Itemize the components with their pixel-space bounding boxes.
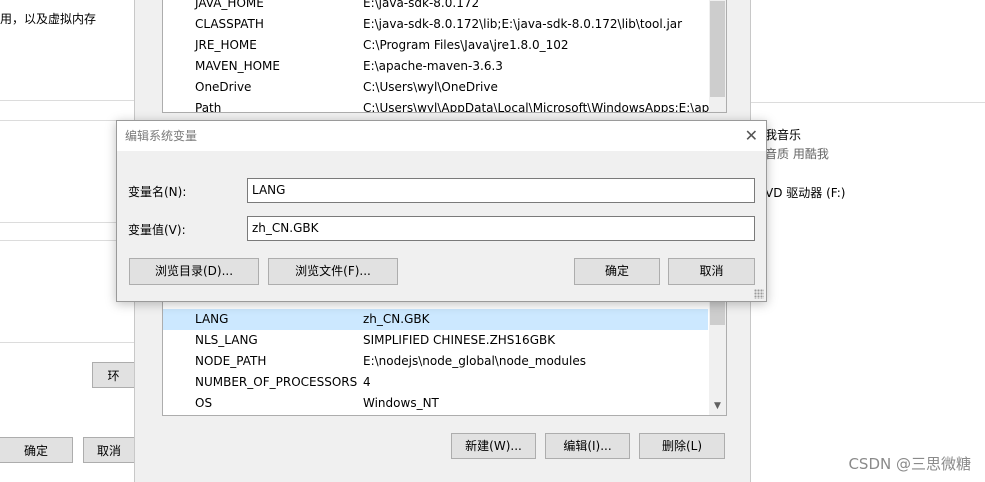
bg-description-text: 用，以及虚拟内存 xyxy=(0,12,97,26)
variable-name-input[interactable]: LANG xyxy=(247,178,755,203)
dialog-titlebar[interactable]: 编辑系统变量 ✕ xyxy=(117,121,766,151)
bg-divider xyxy=(0,342,134,343)
bg-divider xyxy=(0,100,134,101)
edit-variable-button[interactable]: 编辑(I)... xyxy=(545,433,630,459)
list-item[interactable]: Path C:\Users\wyl\AppData\Local\Microsoft… xyxy=(163,98,726,112)
list-item[interactable]: OS Windows_NT xyxy=(163,393,708,414)
bg-env-vars-button[interactable]: 环 xyxy=(92,362,134,388)
list-item[interactable]: CLASSPATH E:\java-sdk-8.0.172\lib;E:\java… xyxy=(163,14,708,35)
edit-system-variable-dialog: 编辑系统变量 ✕ 变量名(N): LANG 变量值(V): zh_CN.GBK … xyxy=(116,120,767,302)
cancel-button[interactable]: 取消 xyxy=(668,258,755,285)
variable-value-input[interactable]: zh_CN.GBK xyxy=(247,216,755,241)
bg-right-app-title: 我音乐 xyxy=(765,128,802,142)
browse-directory-button[interactable]: 浏览目录(D)... xyxy=(129,258,259,285)
ok-button[interactable]: 确定 xyxy=(574,258,660,285)
system-list-scrollbar[interactable]: ▼ xyxy=(709,297,726,415)
dialog-title: 编辑系统变量 xyxy=(125,129,198,143)
bg-divider xyxy=(0,240,134,241)
list-item[interactable]: NUMBER_OF_PROCESSORS 4 xyxy=(163,372,708,393)
list-item-selected[interactable]: LANG zh_CN.GBK xyxy=(163,309,708,330)
list-item[interactable]: NLS_LANG SIMPLIFIED CHINESE.ZHS16GBK xyxy=(163,330,708,351)
bg-right-divider xyxy=(751,102,985,103)
browse-file-button[interactable]: 浏览文件(F)... xyxy=(268,258,398,285)
list-item[interactable]: MAVEN_HOME E:\apache-maven-3.6.3 xyxy=(163,56,708,77)
watermark-text: CSDN @三思微糖 xyxy=(848,455,971,473)
list-item[interactable]: JAVA_HOME E:\java-sdk-8.0.172 xyxy=(163,0,708,14)
delete-variable-button[interactable]: 删除(L) xyxy=(639,433,725,459)
chevron-down-icon[interactable]: ▼ xyxy=(709,398,726,415)
list-item[interactable]: OneDrive C:\Users\wyl\OneDrive xyxy=(163,77,708,98)
list-item[interactable]: NODE_PATH E:\nodejs\node_global\node_modu… xyxy=(163,351,708,372)
bg-ok-button[interactable]: 确定 xyxy=(0,437,73,463)
bg-cancel-button[interactable]: 取消 xyxy=(83,437,134,463)
bg-right-app-sub: 音质 用酷我 xyxy=(765,147,829,161)
bg-divider xyxy=(0,120,134,121)
resize-grip-icon[interactable] xyxy=(754,289,764,299)
list-item[interactable]: JRE_HOME C:\Program Files\Java\jre1.8.0_1… xyxy=(163,35,708,56)
user-variables-list[interactable]: JAVA_HOME E:\java-sdk-8.0.172 CLASSPATH E:… xyxy=(162,0,727,113)
close-icon[interactable]: ✕ xyxy=(745,121,758,151)
scrollbar-thumb[interactable] xyxy=(710,301,725,325)
system-variables-list[interactable]: LANG zh_CN.GBK NLS_LANG SIMPLIFIED CHINESE… xyxy=(162,296,727,416)
variable-value-label: 变量值(V): xyxy=(128,223,186,237)
new-variable-button[interactable]: 新建(W)... xyxy=(451,433,536,459)
scrollbar-thumb[interactable] xyxy=(710,1,725,97)
bg-right-drive: VD 驱动器 (F:) xyxy=(765,186,846,200)
variable-name-label: 变量名(N): xyxy=(128,185,187,199)
bg-divider xyxy=(0,222,134,223)
user-list-scrollbar[interactable] xyxy=(709,0,726,112)
